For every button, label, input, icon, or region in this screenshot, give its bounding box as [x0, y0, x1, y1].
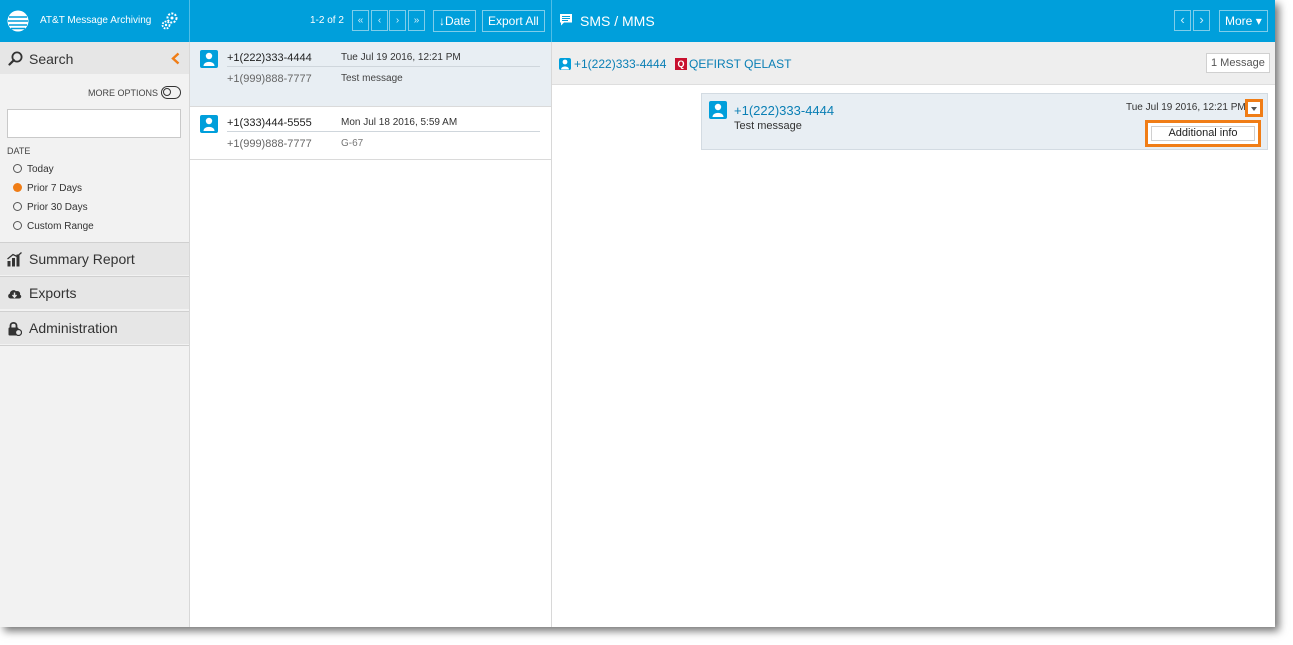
message-to: +1(999)888-7777: [227, 73, 312, 85]
participant-name[interactable]: QEFIRST QELAST: [689, 57, 791, 71]
settings-gears-icon[interactable]: [161, 12, 179, 30]
prior-30-days-radio[interactable]: [13, 202, 22, 211]
message-date: Tue Jul 19 2016, 12:21 PM: [341, 52, 461, 63]
view-toolbar: SMS / MMS ‹ › More ▾: [552, 0, 1275, 42]
message-to: +1(999)888-7777: [227, 138, 312, 150]
result-count: 1-2 of 2: [310, 15, 344, 26]
row-divider: [227, 66, 540, 67]
message-list-item[interactable]: +1(333)444-5555 Mon Jul 18 2016, 5:59 AM…: [190, 107, 551, 160]
brand-area: AT&T Message Archiving: [0, 0, 190, 42]
contact-avatar-icon: [200, 115, 218, 133]
prior-30-days-label[interactable]: Prior 30 Days: [27, 202, 88, 213]
row-divider: [227, 131, 540, 132]
nav-exports[interactable]: Exports: [0, 276, 189, 309]
lock-icon: [8, 321, 22, 336]
search-input[interactable]: [7, 109, 181, 138]
date-label: DATE: [7, 146, 31, 156]
custom-range-radio[interactable]: [13, 221, 22, 230]
search-icon: [8, 51, 23, 66]
message-options-menu: Additional info: [1145, 120, 1261, 147]
list-toolbar: 1-2 of 2 « ‹ › » ↓Date Export All: [190, 0, 552, 42]
collapse-chevron-icon[interactable]: [170, 52, 181, 65]
sidebar-divider: [0, 345, 189, 346]
message-from: +1(222)333-4444: [227, 52, 312, 64]
contact-avatar-icon: [709, 101, 727, 119]
contact-avatar-icon: [200, 50, 218, 68]
message-body: Test message: [734, 120, 802, 132]
next-message-button[interactable]: ›: [1193, 10, 1210, 31]
prev-message-button[interactable]: ‹: [1174, 10, 1191, 31]
exports-label: Exports: [29, 285, 77, 301]
sort-date-button[interactable]: ↓Date: [433, 10, 477, 32]
message-list: +1(222)333-4444 Tue Jul 19 2016, 12:21 P…: [190, 42, 552, 627]
cloud-download-icon: [8, 290, 22, 299]
more-options-label: MORE OPTIONS: [88, 88, 159, 98]
next-page-button[interactable]: ›: [389, 10, 406, 31]
custom-range-label[interactable]: Custom Range: [27, 221, 94, 232]
last-page-button[interactable]: »: [408, 10, 425, 31]
sort-date-label: Date: [445, 14, 471, 28]
message-from: +1(333)444-5555: [227, 117, 312, 129]
top-bar: AT&T Message Archiving 1-2 of 2 « ‹ › » …: [0, 0, 1275, 42]
search-header[interactable]: Search: [0, 42, 189, 74]
nav-summary-report[interactable]: Summary Report: [0, 242, 189, 275]
message-preview: G-67: [341, 138, 364, 149]
message-preview: Test message: [341, 73, 403, 84]
participant-phone[interactable]: +1(222)333-4444: [574, 57, 666, 71]
contact-avatar-icon: [559, 58, 571, 70]
prior-7-days-label[interactable]: Prior 7 Days: [27, 183, 82, 194]
message-card: +1(222)333-4444 Test message Tue Jul 19 …: [701, 93, 1268, 150]
conversation-view: +1(222)333-4444 Q QEFIRST QELAST 1 Messa…: [552, 42, 1275, 627]
sidebar: Search MORE OPTIONS DATE Today Prior 7 D…: [0, 42, 190, 627]
more-menu-button[interactable]: More ▾: [1219, 10, 1268, 32]
more-options-toggle[interactable]: [161, 86, 181, 99]
app-name: AT&T Message Archiving: [40, 15, 152, 26]
message-list-item[interactable]: +1(222)333-4444 Tue Jul 19 2016, 12:21 P…: [190, 42, 551, 107]
more-label: More: [1225, 14, 1253, 28]
prior-7-days-radio[interactable]: [13, 183, 22, 192]
message-date: Mon Jul 18 2016, 5:59 AM: [341, 117, 458, 128]
prev-page-button[interactable]: ‹: [371, 10, 388, 31]
summary-report-label: Summary Report: [29, 251, 135, 267]
today-radio[interactable]: [13, 164, 22, 173]
message-options-dropdown-button[interactable]: [1245, 99, 1263, 117]
export-all-button[interactable]: Export All: [482, 10, 545, 32]
nav-administration[interactable]: Administration: [0, 311, 189, 344]
conversation-header: +1(222)333-4444 Q QEFIRST QELAST 1 Messa…: [552, 42, 1275, 85]
sms-icon: [560, 14, 572, 26]
view-title: SMS / MMS: [580, 13, 655, 29]
message-sender[interactable]: +1(222)333-4444: [734, 103, 834, 118]
today-label[interactable]: Today: [27, 164, 54, 175]
participant-badge: Q: [675, 58, 687, 70]
message-timestamp: Tue Jul 19 2016, 12:21 PM: [1126, 102, 1246, 113]
additional-info-menu-item[interactable]: Additional info: [1151, 126, 1255, 141]
message-count-badge: 1 Message: [1206, 53, 1270, 73]
search-label: Search: [29, 51, 74, 67]
caret-down-icon: ▾: [1255, 14, 1262, 28]
app-window: AT&T Message Archiving 1-2 of 2 « ‹ › » …: [0, 0, 1275, 627]
bar-chart-icon: [7, 252, 22, 267]
att-globe-icon: [7, 10, 29, 32]
administration-label: Administration: [29, 320, 118, 336]
first-page-button[interactable]: «: [352, 10, 369, 31]
